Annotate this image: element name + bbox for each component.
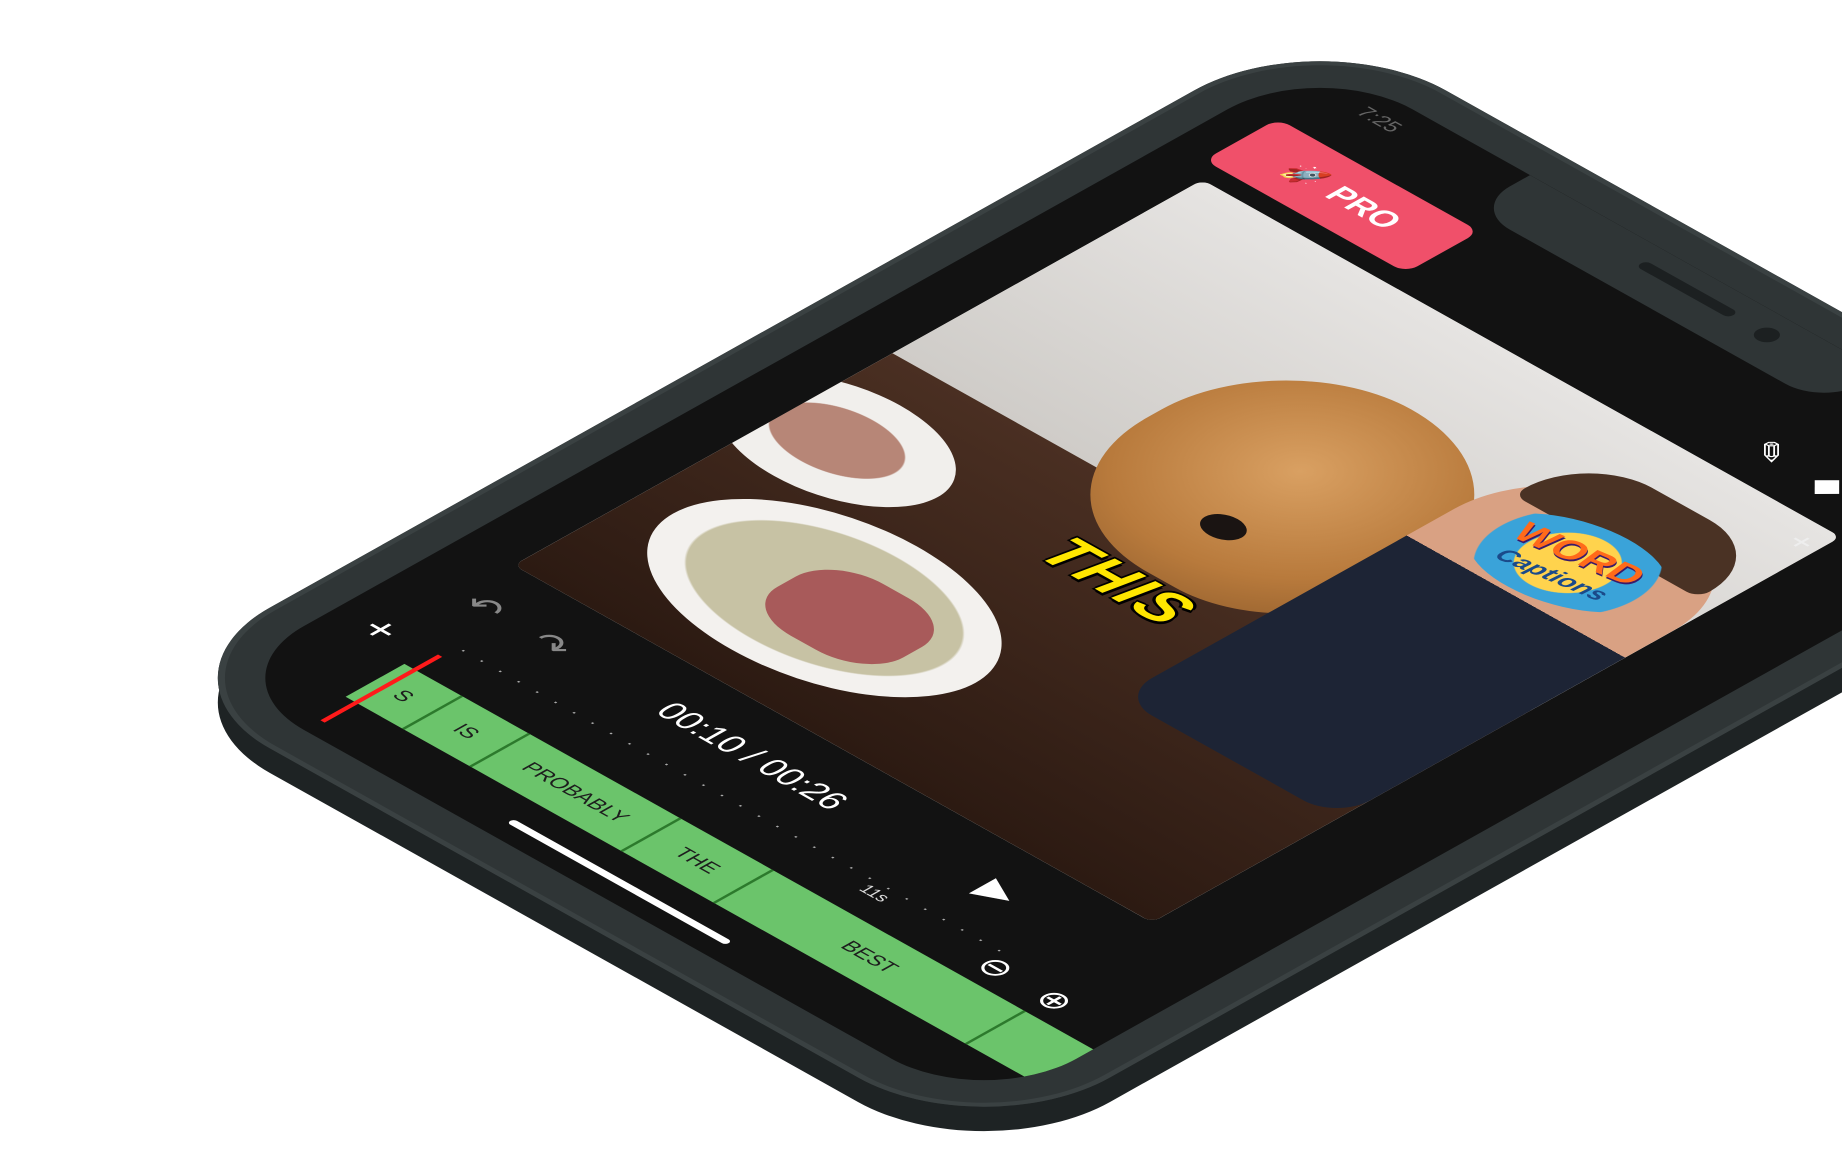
add-clip-icon[interactable]: + (347, 610, 415, 648)
layers-icon[interactable]: ◆ (1798, 468, 1842, 503)
phone-screen: 7:25 ◣ ◼ 🚀 PRO ✎ ◆ ⤓ (211, 57, 1842, 1111)
rocket-icon: 🚀 (1275, 158, 1335, 192)
zoom-out-icon[interactable]: ⊖ (966, 951, 1026, 985)
front-camera (1748, 324, 1786, 346)
edit-icon[interactable]: ✎ (1738, 435, 1803, 471)
timeline-clip[interactable]: PROBABLY (471, 734, 682, 852)
phone-frame: 7:25 ◣ ◼ 🚀 PRO ✎ ◆ ⤓ (144, 20, 1842, 1148)
undo-icon[interactable]: ↶ (450, 589, 517, 626)
zoom-in-icon[interactable]: ⊕ (1024, 984, 1085, 1018)
play-icon[interactable]: ▶ (965, 873, 1033, 911)
speaker-grille (1635, 260, 1739, 318)
stage: 7:25 ◣ ◼ 🚀 PRO ✎ ◆ ⤓ (0, 0, 1842, 1156)
redo-icon[interactable]: ↷ (517, 626, 584, 663)
phone-device: 7:25 ◣ ◼ 🚀 PRO ✎ ◆ ⤓ (144, 20, 1842, 1156)
timeline-tick-label: 11s (854, 881, 895, 905)
pro-label: PRO (1316, 181, 1411, 234)
status-time: 7:25 (1351, 103, 1409, 136)
